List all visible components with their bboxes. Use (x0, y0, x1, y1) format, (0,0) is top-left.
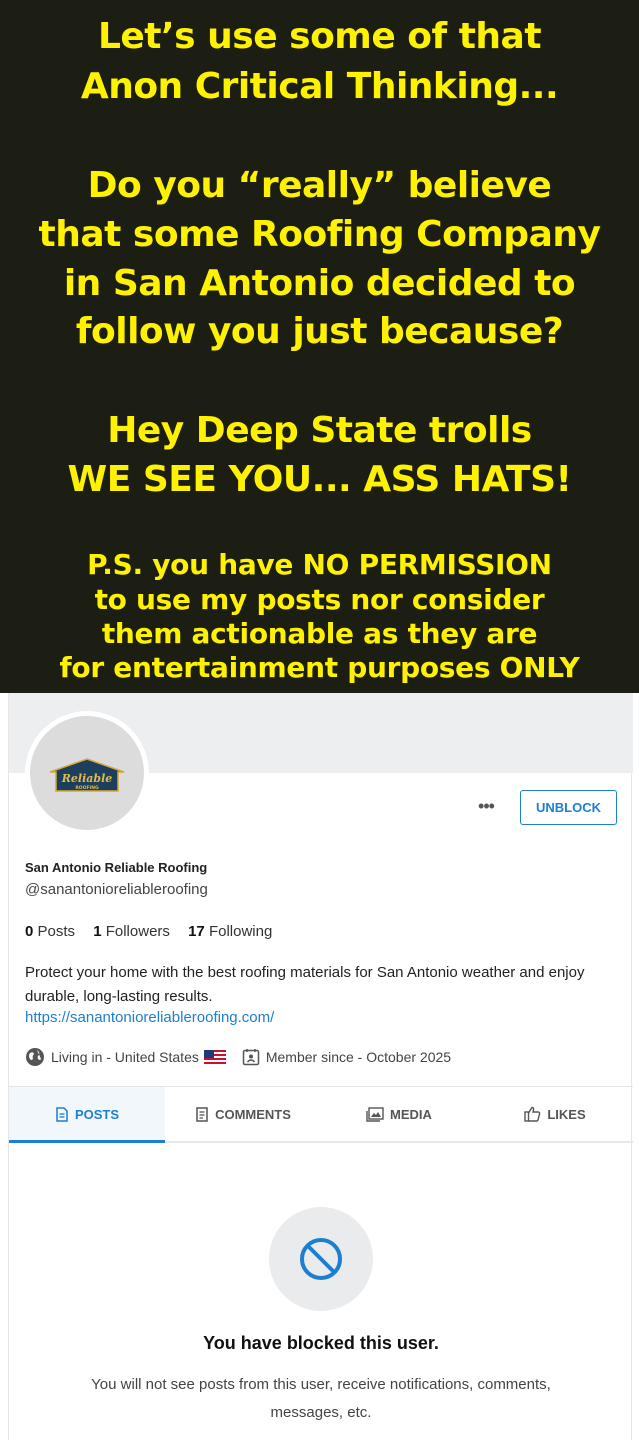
tab-label: LIKES (547, 1106, 586, 1122)
following-label: Following (208, 923, 273, 940)
username-handle: @sanantonioreliableroofing (25, 881, 208, 898)
followers-label: Followers (105, 923, 170, 940)
website-link[interactable]: https://sanantonioreliableroofing.com/ (25, 1009, 274, 1026)
meme-line: in San Antonio decided to (63, 263, 576, 304)
meme-line: Anon Critical Thinking... (80, 66, 559, 107)
display-name: San Antonio Reliable Roofing (25, 860, 208, 875)
avatar-image: Reliable ROOFING (30, 716, 144, 830)
meme-banner: Let’s use some of that Anon Critical Thi… (0, 0, 639, 693)
meme-line: P.S. you have NO PERMISSION (87, 548, 552, 581)
profile-bio: Protect your home with the best roofing … (25, 964, 585, 1005)
blocked-title: You have blocked this user. (203, 1333, 439, 1353)
thumbs-up-icon (524, 1106, 541, 1122)
followers-count: 1 (93, 923, 102, 940)
avatar[interactable]: Reliable ROOFING (25, 711, 149, 835)
meme-line: for entertainment purposes ONLY (59, 651, 580, 684)
meme-line: WE SEE YOU... ASS HATS! (67, 459, 572, 500)
image-icon (366, 1106, 384, 1122)
us-flag-icon (203, 1050, 226, 1064)
tab-label: MEDIA (390, 1106, 432, 1122)
blocked-icon (300, 1238, 342, 1280)
meme-line: them actionable as they are (101, 617, 538, 650)
tab-label: COMMENTS (215, 1106, 291, 1122)
document-icon (56, 1106, 68, 1122)
more-options-button[interactable]: ••• (471, 795, 501, 819)
logo-subtext: ROOFING (75, 785, 99, 791)
company-logo: Reliable ROOFING (49, 758, 125, 792)
calendar-user-icon (242, 1049, 260, 1066)
meme-line: follow you just because? (75, 311, 564, 352)
tab-posts[interactable]: POSTS (9, 1087, 165, 1143)
meme-line: Hey Deep State trolls (107, 410, 532, 451)
blocked-indicator (269, 1207, 373, 1311)
meme-line: Do you “really” believe (87, 165, 552, 206)
followers-stat[interactable]: 1 Followers (93, 923, 170, 940)
unblock-button[interactable]: UNBLOCK (520, 790, 617, 825)
logo-text: Reliable (61, 772, 113, 785)
posts-label: Posts (37, 923, 76, 940)
tab-likes[interactable]: LIKES (477, 1087, 633, 1141)
tab-comments[interactable]: COMMENTS (165, 1087, 321, 1141)
profile-card: Reliable ROOFING ••• UNBLOCK San Antonio… (8, 693, 633, 1440)
globe-icon (26, 1048, 44, 1066)
tab-media[interactable]: MEDIA (321, 1087, 477, 1141)
profile-stats: 0 Posts 1 Followers 17 Following (25, 923, 272, 940)
meme-line: to use my posts nor consider (94, 583, 545, 616)
location-text: Living in - United States (51, 1049, 199, 1065)
posts-count: 0 (25, 923, 34, 940)
posts-stat[interactable]: 0 Posts (25, 923, 75, 940)
profile-meta: Living in - United States Member since -… (25, 1047, 451, 1067)
blocked-description: You will not see posts from this user, r… (91, 1376, 551, 1421)
comment-doc-icon (196, 1106, 208, 1122)
tab-label: POSTS (74, 1106, 120, 1122)
member-since-text: Member since - October 2025 (265, 1049, 452, 1065)
meme-line: Let’s use some of that (97, 16, 542, 57)
following-count: 17 (188, 923, 205, 940)
meme-line: that some Roofing Company (38, 214, 601, 255)
profile-tabs: POSTS COMMENTS MEDIA LIKES (9, 1087, 633, 1143)
following-stat[interactable]: 17 Following (188, 923, 272, 940)
